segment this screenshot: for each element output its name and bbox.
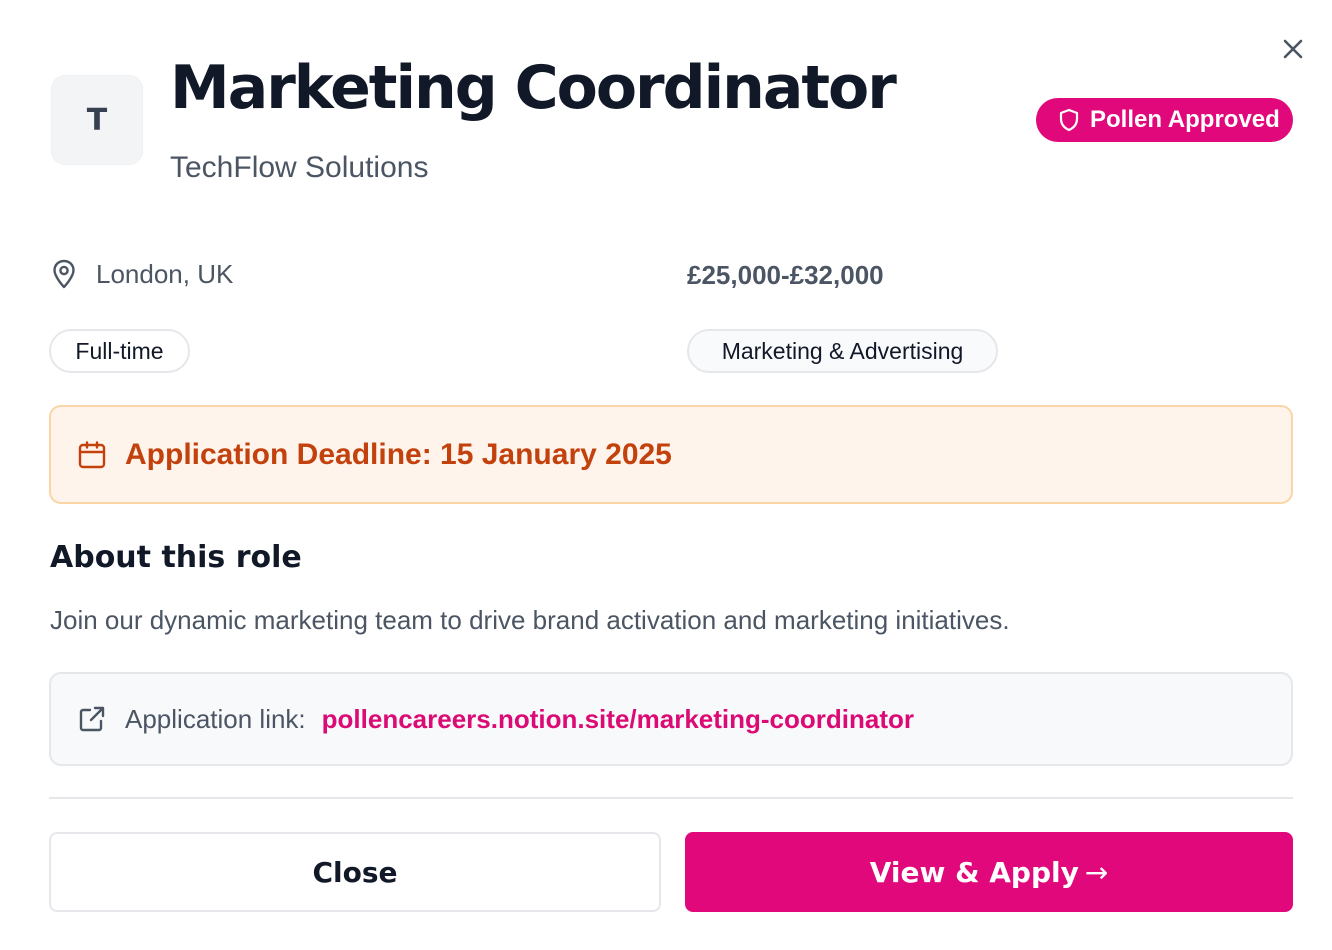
external-link-icon	[79, 706, 105, 732]
view-and-apply-button[interactable]: View & Apply →	[685, 832, 1293, 912]
shield-icon	[1059, 108, 1079, 132]
company-logo: T	[51, 75, 143, 165]
arrow-right-icon: →	[1084, 855, 1109, 889]
salary-range: £25,000-£32,000	[687, 260, 884, 290]
location-text: London, UK	[96, 258, 234, 289]
deadline-banner: Application Deadline: 15 January 2025	[49, 405, 1293, 504]
job-location: London, UK	[50, 258, 233, 290]
application-link-label: Application link:	[125, 703, 306, 734]
close-button-label: Close	[312, 855, 398, 889]
pollen-approved-badge: Pollen Approved	[1036, 98, 1293, 142]
deadline-text: Application Deadline: 15 January 2025	[125, 437, 672, 471]
close-icon[interactable]	[1278, 34, 1308, 64]
company-logo-letter: T	[86, 102, 108, 138]
application-link[interactable]: pollencareers.notion.site/marketing-coor…	[322, 704, 914, 735]
about-heading: About this role	[50, 540, 302, 575]
application-link-box: Application link: pollencareers.notion.s…	[49, 672, 1293, 766]
footer-divider	[49, 797, 1293, 799]
company-name: TechFlow Solutions	[170, 151, 429, 184]
industry-tag: Marketing & Advertising	[687, 329, 998, 373]
about-description: Join our dynamic marketing team to drive…	[50, 605, 1010, 635]
badge-label: Pollen Approved	[1090, 106, 1280, 133]
map-pin-icon	[53, 259, 75, 289]
calendar-icon	[78, 440, 106, 468]
job-detail-modal: T Marketing Coordinator TechFlow Solutio…	[0, 0, 1332, 950]
job-type-tag: Full-time	[49, 329, 190, 373]
job-title: Marketing Coordinator	[170, 53, 897, 123]
close-button[interactable]: Close	[49, 832, 661, 912]
apply-button-label: View & Apply	[869, 855, 1079, 889]
